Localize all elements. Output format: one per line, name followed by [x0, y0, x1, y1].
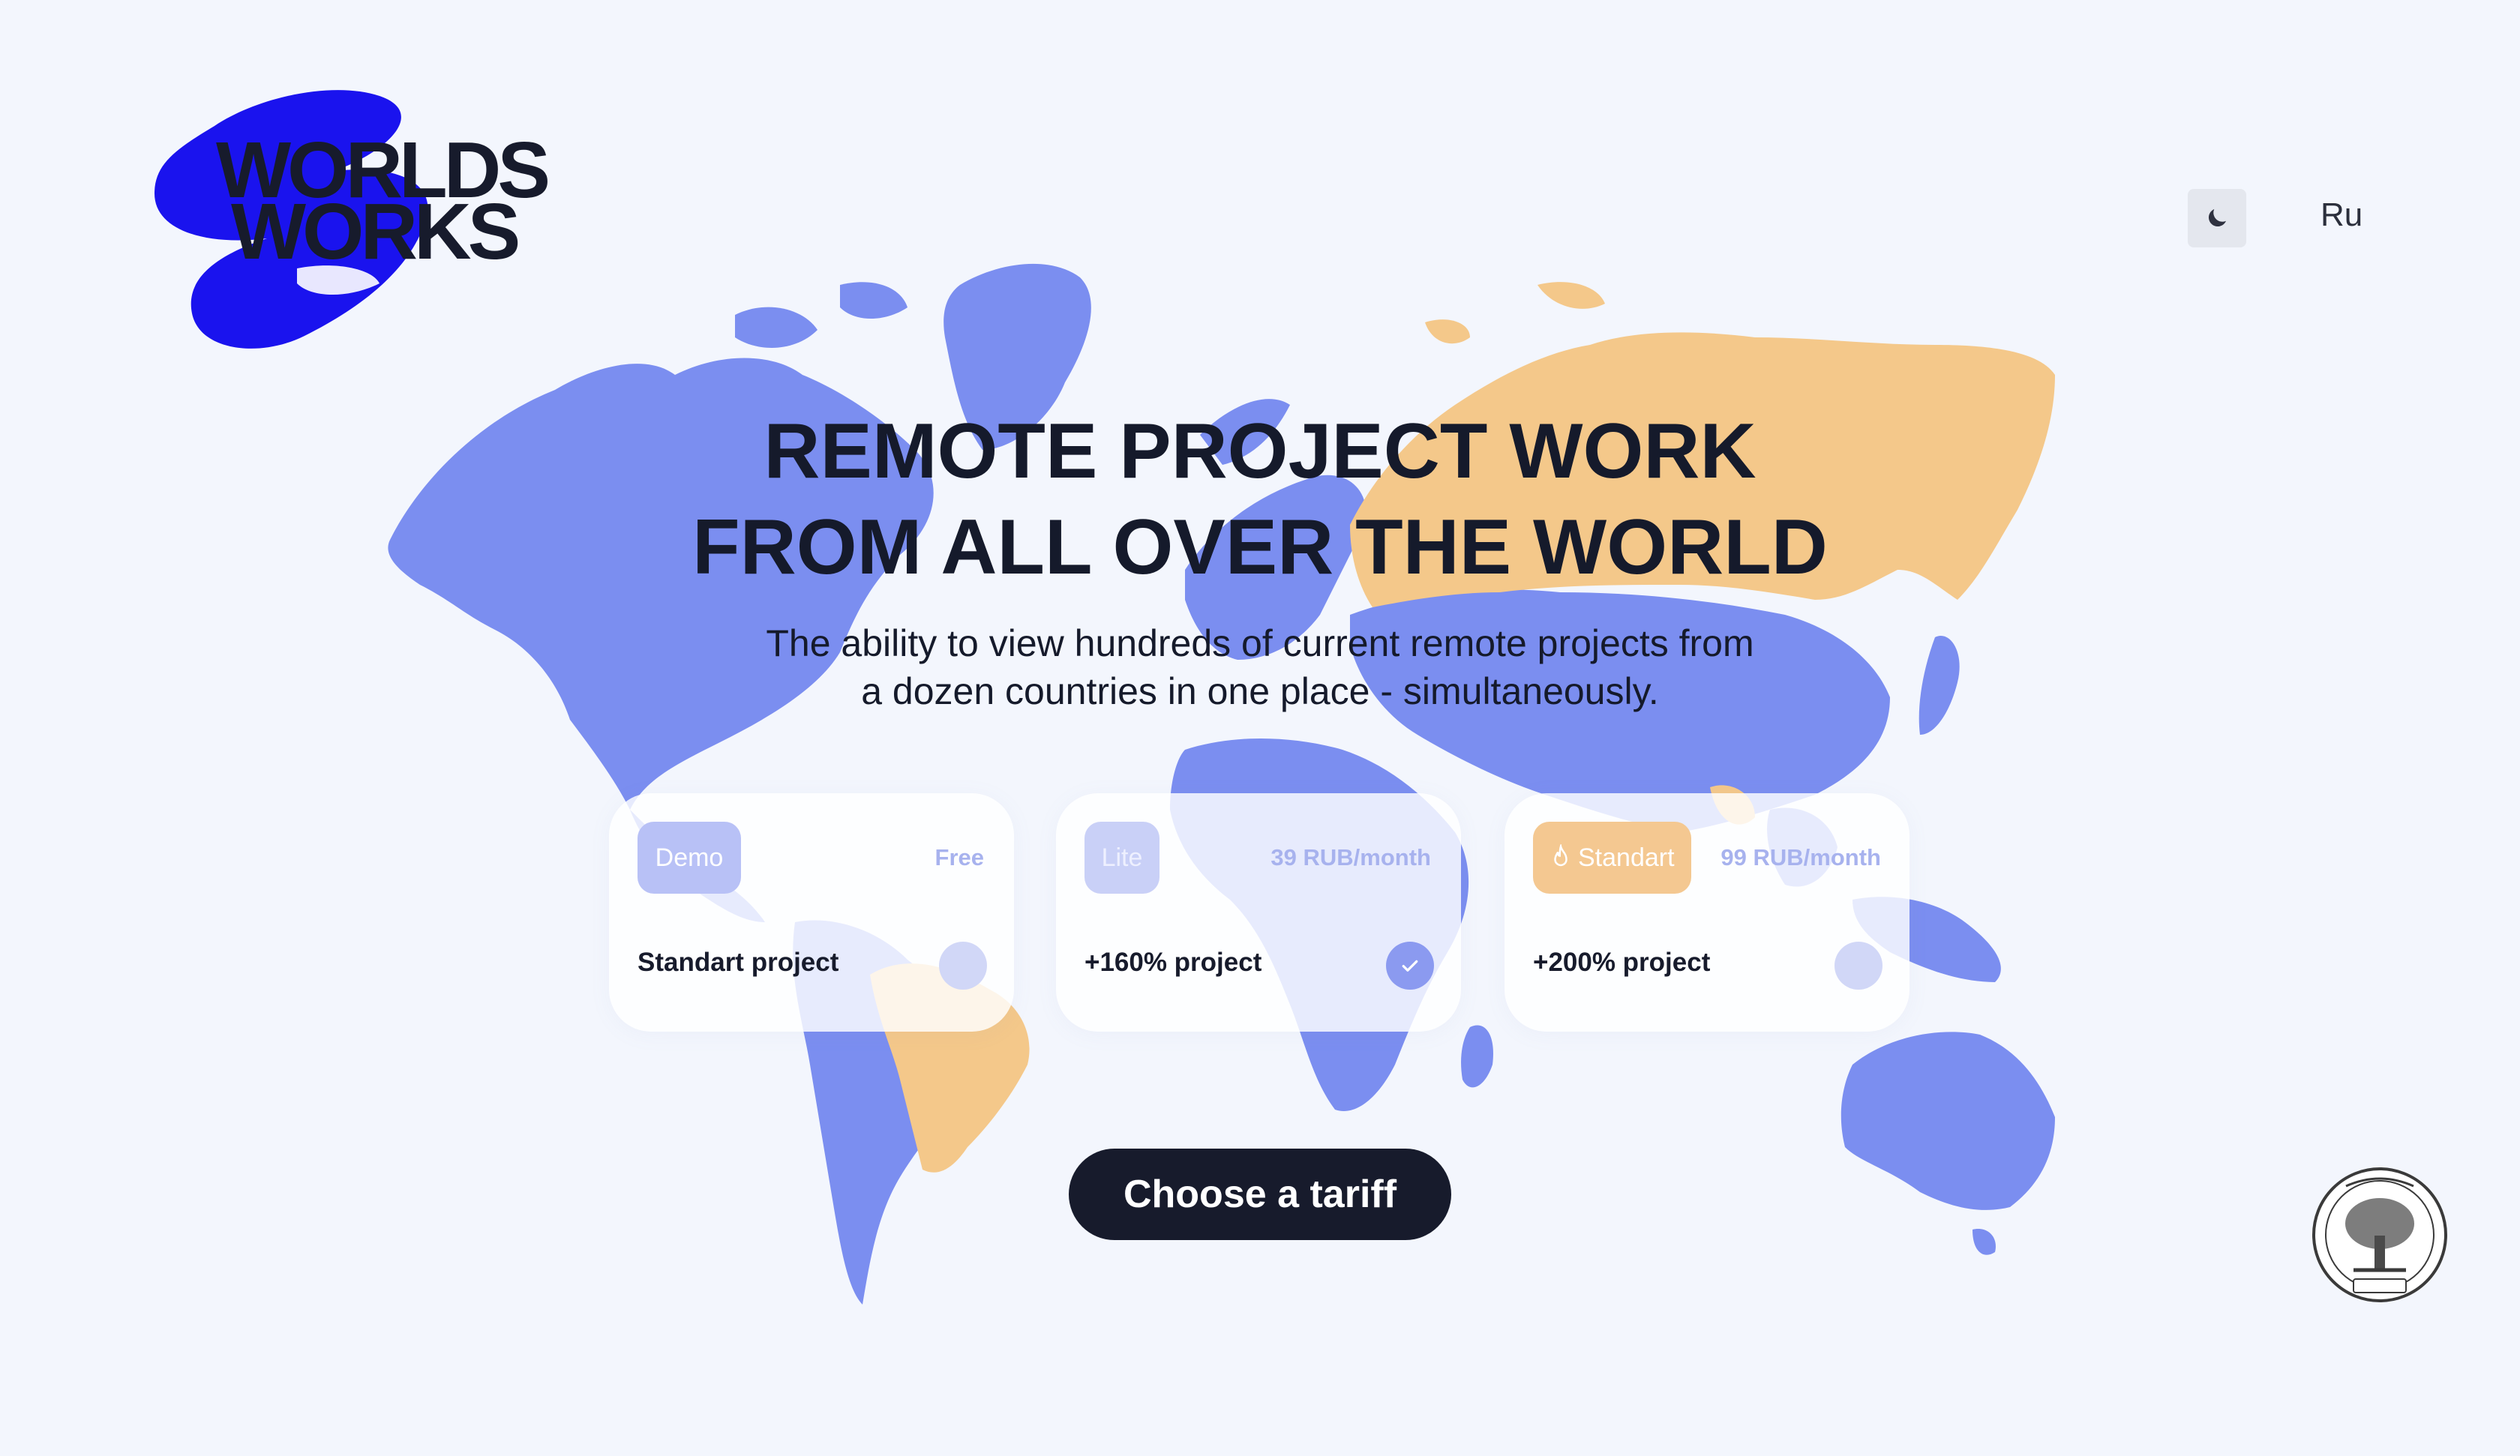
tariff-radio[interactable]	[1834, 942, 1882, 990]
tariff-card-lite[interactable]: Lite 39 RUB/month +160% project	[1056, 793, 1461, 1032]
tariff-radio-selected[interactable]	[1386, 942, 1434, 990]
tariff-badge: Lite	[1084, 822, 1160, 894]
choose-tariff-button[interactable]: Choose a tariff	[1069, 1149, 1451, 1240]
tariff-badge: Standart	[1533, 822, 1691, 894]
headline-line-1: REMOTE PROJECT WORK	[764, 408, 1756, 495]
page-title: REMOTE PROJECT WORK FROM ALL OVER THE WO…	[510, 403, 2010, 595]
tariff-price: Free	[934, 844, 984, 870]
page-subtitle: The ability to view hundreds of current …	[585, 619, 1935, 715]
brand-logo[interactable]: WORLDS WORKS	[154, 81, 550, 358]
tariff-price: 99 RUB/month	[1720, 844, 1881, 870]
logo-line-2: WORKS	[231, 187, 520, 276]
language-switch[interactable]: Ru	[2320, 196, 2362, 234]
tariff-badge: Demo	[638, 822, 741, 894]
tariff-radio[interactable]	[939, 942, 987, 990]
check-icon	[1402, 960, 1418, 972]
tariff-price: 39 RUB/month	[1270, 844, 1431, 870]
map-australia	[1840, 1032, 2055, 1210]
tariff-card-demo[interactable]: Demo Free Standart project	[609, 793, 1014, 1032]
tariff-feature: Standart project	[638, 948, 839, 977]
tariff-feature: +160% project	[1084, 948, 1262, 977]
tariff-feature: +200% project	[1533, 948, 1711, 977]
moon-icon	[2208, 209, 2226, 227]
logo-wordmark: WORLDS WORKS	[216, 130, 550, 276]
institute-seal-icon	[2312, 1167, 2447, 1302]
subtitle-line-2: a dozen countries in one place - simulta…	[861, 670, 1659, 712]
map-madagascar	[1461, 1025, 1493, 1088]
subtitle-line-1: The ability to view hundreds of current …	[766, 622, 1754, 664]
tariff-badge-label: Standart	[1578, 843, 1675, 872]
tariff-card-standart[interactable]: Standart 99 RUB/month +200% project	[1504, 793, 1910, 1032]
fire-icon	[1554, 844, 1568, 867]
theme-toggle-button[interactable]	[2188, 189, 2246, 247]
headline-line-2: FROM ALL OVER THE WORLD	[692, 504, 1828, 591]
